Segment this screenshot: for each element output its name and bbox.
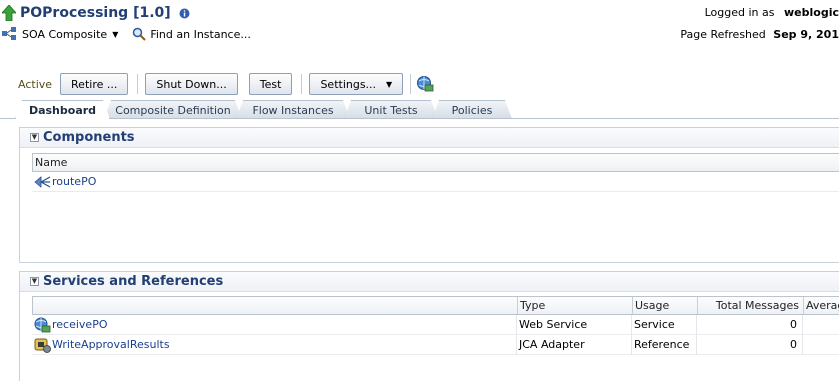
collapse-icon[interactable]: ▼ — [30, 133, 39, 142]
table-row[interactable]: receivePO Web Service Service 0 — [32, 315, 839, 335]
service-link[interactable]: receivePO — [52, 315, 108, 335]
reference-link[interactable]: WriteApprovalResults — [52, 335, 170, 355]
components-panel: ▼ Components Name routePO — [19, 127, 839, 263]
tab-flow-instances[interactable]: Flow Instances — [236, 100, 350, 119]
tab-composite-definition[interactable]: Composite Definition — [104, 100, 242, 119]
login-info: Logged in as weblogic — [705, 6, 839, 19]
toolbar-separator — [410, 74, 412, 94]
tab-unit-tests[interactable]: Unit Tests — [344, 100, 438, 119]
column-type[interactable]: Type — [517, 297, 632, 314]
average-cell — [802, 315, 839, 335]
soa-composite-label: SOA Composite — [22, 27, 108, 41]
components-panel-header[interactable]: ▼ Components — [20, 128, 839, 148]
info-icon[interactable] — [179, 8, 190, 19]
page-title: POProcessing [1.0] — [20, 5, 171, 21]
status-label: Active — [18, 77, 53, 91]
mediator-icon — [34, 176, 51, 188]
test-button[interactable]: Test — [248, 73, 293, 95]
toolbar-separator — [137, 74, 139, 94]
settings-button[interactable]: Settings... ▼ — [309, 73, 404, 95]
title-row: POProcessing [1.0] — [2, 3, 190, 23]
toolbar-separator — [301, 74, 303, 94]
column-average[interactable]: Averag — [803, 297, 839, 314]
shut-down-button[interactable]: Shut Down... — [145, 73, 238, 95]
chevron-down-icon: ▼ — [112, 29, 119, 39]
retire-button[interactable]: Retire ... — [60, 73, 129, 95]
type-cell: JCA Adapter — [516, 335, 631, 355]
table-row[interactable]: routePO — [32, 172, 839, 192]
total-messages-cell: 0 — [696, 315, 802, 335]
components-table: Name routePO — [32, 153, 839, 192]
username[interactable]: weblogic — [784, 6, 839, 19]
services-title: Services and References — [43, 274, 224, 289]
jca-adapter-icon — [34, 338, 51, 353]
soa-composite-icon — [2, 27, 16, 40]
average-cell — [802, 335, 839, 355]
usage-cell: Reference — [631, 335, 696, 355]
table-row[interactable]: WriteApprovalResults JCA Adapter Referen… — [32, 335, 839, 355]
find-instance-link[interactable]: Find an Instance... — [132, 27, 251, 41]
services-panel-header[interactable]: ▼ Services and References — [20, 272, 839, 292]
services-table: Type Usage Total Messages Averag receive… — [32, 296, 839, 355]
nav-row: SOA Composite ▼ Find an Instance... — [2, 25, 265, 43]
components-title: Components — [43, 130, 135, 145]
usage-cell: Service — [631, 315, 696, 335]
components-table-header: Name — [32, 153, 839, 172]
web-service-icon — [34, 317, 51, 333]
tab-divider — [0, 118, 839, 119]
settings-label: Settings... — [320, 77, 377, 91]
type-cell: Web Service — [516, 315, 631, 335]
column-name[interactable]: Name — [33, 154, 839, 171]
find-instance-label: Find an Instance... — [150, 27, 251, 41]
total-messages-cell: 0 — [696, 335, 802, 355]
web-service-icon[interactable] — [416, 75, 434, 93]
page-header: POProcessing [1.0] Logged in as weblogic… — [0, 0, 839, 48]
tab-bar: Dashboard Composite Definition Flow Inst… — [0, 100, 839, 119]
page-refreshed: Page Refreshed Sep 9, 201 — [680, 28, 839, 41]
soa-composite-menu[interactable]: SOA Composite ▼ — [2, 27, 118, 41]
up-arrow-icon — [2, 5, 16, 21]
refreshed-value: Sep 9, 201 — [773, 28, 839, 41]
collapse-icon[interactable]: ▼ — [30, 277, 39, 286]
column-name[interactable] — [33, 297, 517, 314]
refreshed-label: Page Refreshed — [680, 28, 766, 41]
services-references-panel: ▼ Services and References Type Usage Tot… — [19, 271, 839, 381]
logged-in-label: Logged in as — [704, 6, 775, 19]
tab-dashboard[interactable]: Dashboard — [15, 100, 110, 119]
composite-toolbar: Active Retire ... Shut Down... Test Sett… — [18, 72, 434, 96]
component-link[interactable]: routePO — [52, 172, 96, 192]
tab-policies[interactable]: Policies — [432, 100, 512, 119]
search-icon — [133, 27, 147, 41]
column-total-messages[interactable]: Total Messages — [697, 297, 803, 314]
chevron-down-icon: ▼ — [386, 79, 393, 89]
services-table-header: Type Usage Total Messages Averag — [32, 296, 839, 315]
column-usage[interactable]: Usage — [632, 297, 697, 314]
